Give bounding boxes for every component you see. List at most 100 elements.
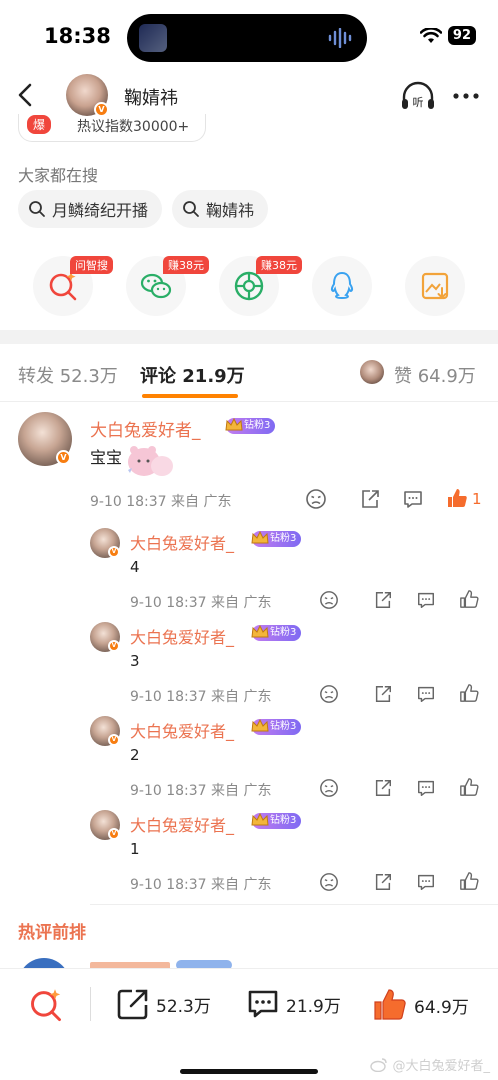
dislike-icon[interactable] — [319, 778, 339, 798]
search-chip[interactable]: 鞠婧祎 — [172, 190, 269, 228]
listen-headphones-icon[interactable]: 听 — [400, 80, 436, 112]
reply-meta: 9-10 18:37 来自 广东 — [130, 783, 272, 799]
share-badge: 赚38元 — [256, 256, 302, 274]
like-icon[interactable] — [459, 683, 479, 703]
tab-comments[interactable]: 评论 21.9万 — [140, 362, 245, 388]
ai-search-icon[interactable] — [28, 987, 64, 1023]
reply-username[interactable]: 大白兔爱好者_ — [130, 812, 234, 836]
fan-level-badge: 钻粉3 — [225, 417, 276, 434]
hot-discussion-tag[interactable]: 爆 热议指数30000+ — [18, 114, 206, 142]
comment-icon[interactable] — [416, 872, 436, 892]
verified-badge-icon: V — [108, 828, 120, 840]
fan-level-badge: 钻粉3 — [251, 718, 302, 735]
share-icon[interactable] — [373, 872, 393, 892]
weibo-logo-icon — [370, 1058, 388, 1072]
home-indicator[interactable] — [180, 1069, 318, 1074]
like-count-total: 64.9万 — [414, 997, 469, 1018]
qq-share-button[interactable] — [312, 256, 372, 316]
bottom-action-bar: 52.3万 21.9万 64.9万 @大白兔爱好者_ — [0, 968, 498, 1080]
bear-sticker-icon — [128, 446, 173, 476]
fan-level-badge: 钻粉3 — [251, 624, 302, 641]
share-badge: 问智搜 — [70, 256, 113, 274]
share-icon[interactable] — [373, 778, 393, 798]
search-chip[interactable]: 月鳞绮纪开播 — [18, 190, 163, 228]
like-icon[interactable] — [446, 487, 468, 509]
dynamic-island — [127, 14, 367, 62]
like-icon[interactable] — [459, 871, 479, 891]
like-icon[interactable] — [459, 589, 479, 609]
hot-comments-heading: 热评前排 — [18, 923, 86, 943]
comment-button[interactable]: 21.9万 — [246, 987, 341, 1021]
everyone-searching-label: 大家都在搜 — [18, 166, 99, 185]
reply-avatar[interactable]: V — [90, 528, 120, 558]
like-count: 1 — [472, 490, 482, 508]
reply-avatar[interactable]: V — [90, 622, 120, 652]
crown-icon — [251, 624, 269, 638]
now-playing-thumbnail — [139, 24, 167, 52]
tab-repost[interactable]: 转发 52.3万 — [18, 362, 118, 388]
interaction-tabs: 转发 52.3万 评论 21.9万 赞 64.9万 — [0, 344, 498, 402]
search-icon — [183, 201, 199, 217]
save-image-icon — [421, 272, 449, 300]
audio-wave-icon — [328, 28, 352, 48]
reply-username[interactable]: 大白兔爱好者_ — [130, 624, 234, 648]
crown-icon — [251, 718, 269, 732]
comment-icon[interactable] — [416, 778, 436, 798]
reply-meta: 9-10 18:37 来自 广东 — [130, 689, 272, 705]
author-avatar[interactable]: V — [66, 74, 109, 117]
dislike-icon[interactable] — [319, 590, 339, 610]
status-icons: 92 — [419, 26, 476, 45]
share-icon[interactable] — [359, 488, 381, 510]
status-time: 18:38 — [44, 24, 111, 48]
dislike-icon[interactable] — [305, 488, 327, 510]
bottom-bar-divider — [90, 987, 91, 1021]
listen-label: 听 — [413, 96, 424, 109]
qq-icon — [330, 271, 354, 300]
search-icon — [29, 201, 45, 217]
comment-icon[interactable] — [416, 590, 436, 610]
back-icon[interactable] — [12, 80, 42, 110]
like-thumb-icon — [374, 989, 406, 1020]
repost-button[interactable]: 52.3万 — [116, 987, 211, 1021]
comment-icon[interactable] — [416, 684, 436, 704]
search-chip-label: 月鳞绮纪开播 — [52, 201, 149, 220]
fan-level-label: 钻粉3 — [270, 533, 297, 544]
active-tab-indicator — [142, 394, 238, 398]
reply-meta: 9-10 18:37 来自 广东 — [130, 877, 272, 893]
fan-level-label: 钻粉3 — [270, 721, 297, 732]
reply-text: 3 — [130, 652, 140, 670]
comment-meta: 9-10 18:37 来自 广东 — [90, 494, 232, 510]
reply-text: 4 — [130, 558, 140, 576]
dislike-icon[interactable] — [319, 684, 339, 704]
save-image-share-button[interactable] — [405, 256, 465, 316]
reply-username[interactable]: 大白兔爱好者_ — [130, 718, 234, 742]
more-icon[interactable] — [450, 82, 482, 110]
author-name[interactable]: 鞠婧祎 — [124, 84, 178, 110]
crown-icon — [251, 530, 269, 544]
liker-avatar — [360, 360, 384, 384]
share-icon[interactable] — [373, 684, 393, 704]
share-icon[interactable] — [373, 590, 393, 610]
reply-divider — [90, 904, 498, 905]
battery-indicator: 92 — [447, 26, 476, 45]
section-separator — [0, 330, 498, 344]
reply-avatar[interactable]: V — [90, 716, 120, 746]
fan-level-badge: 钻粉3 — [251, 530, 302, 547]
tab-likes[interactable]: 赞 64.9万 — [394, 362, 476, 388]
fan-level-label: 钻粉3 — [270, 627, 297, 638]
reply-avatar[interactable]: V — [90, 810, 120, 840]
repost-icon — [117, 989, 148, 1020]
verified-badge-icon: V — [56, 450, 71, 465]
reply-username[interactable]: 大白兔爱好者_ — [130, 530, 234, 554]
like-icon[interactable] — [459, 777, 479, 797]
like-button[interactable]: 64.9万 — [372, 987, 469, 1023]
status-bar: 18:38 92 — [0, 0, 498, 70]
commenter-avatar[interactable]: V — [18, 412, 72, 466]
ai-search-icon — [49, 272, 77, 301]
reply-meta: 9-10 18:37 来自 广东 — [130, 595, 272, 611]
dislike-icon[interactable] — [319, 872, 339, 892]
comment-bubble-icon — [248, 990, 278, 1018]
comment-icon[interactable] — [402, 488, 424, 510]
commenter-name[interactable]: 大白兔爱好者_ — [90, 416, 201, 441]
comment-count: 21.9万 — [286, 996, 341, 1017]
